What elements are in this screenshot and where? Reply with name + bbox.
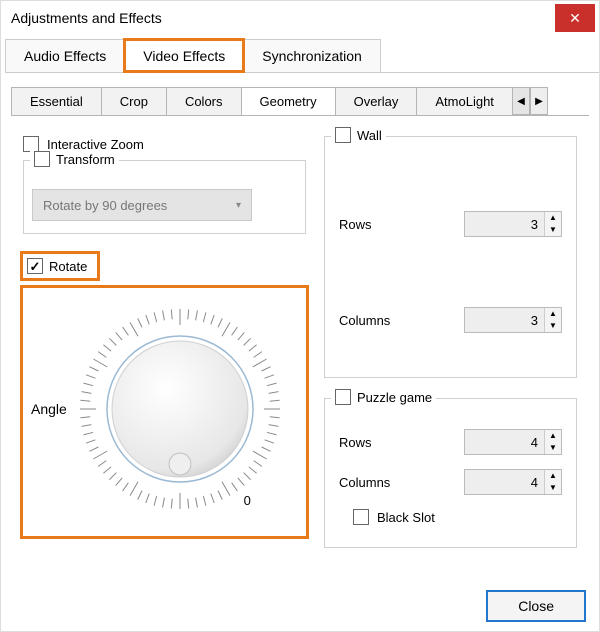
chevron-right-icon: ▶ <box>535 96 543 107</box>
transform-dropdown-value: Rotate by 90 degrees <box>43 198 167 213</box>
wall-group: Wall Rows 3 ▲ ▼ Columns <box>324 136 577 378</box>
wall-rows-spinner[interactable]: 3 ▲ ▼ <box>464 211 562 237</box>
transform-group: Transform Rotate by 90 degrees ▾ <box>23 160 306 234</box>
puzzle-group: Puzzle game Rows 4 ▲ ▼ Columns 4 <box>324 398 577 548</box>
puzzle-rows-value: 4 <box>465 435 544 450</box>
wall-cols-spinner[interactable]: 3 ▲ ▼ <box>464 307 562 333</box>
angle-zero-label: 0 <box>244 493 251 508</box>
subtab-scroll-right[interactable]: ▶ <box>530 87 548 115</box>
puzzle-rows-label: Rows <box>339 435 372 450</box>
rotate-row: Rotate <box>23 254 97 278</box>
puzzle-label: Puzzle game <box>357 390 432 405</box>
angle-label: Angle <box>31 401 67 417</box>
close-window-button[interactable]: ✕ <box>555 4 595 32</box>
transform-dropdown[interactable]: Rotate by 90 degrees ▾ <box>32 189 252 221</box>
subtab-scroll-left[interactable]: ◀ <box>512 87 530 115</box>
transform-checkbox[interactable] <box>34 151 50 167</box>
spinner-down-icon[interactable]: ▼ <box>545 224 561 236</box>
puzzle-checkbox[interactable] <box>335 389 351 405</box>
close-button[interactable]: Close <box>486 590 586 622</box>
puzzle-cols-spinner[interactable]: 4 ▲ ▼ <box>464 469 562 495</box>
interactive-zoom-row: Interactive Zoom <box>23 136 306 152</box>
window-title: Adjustments and Effects <box>11 10 162 26</box>
tab-audio-effects[interactable]: Audio Effects <box>5 39 125 72</box>
tab-video-effects[interactable]: Video Effects <box>124 39 244 72</box>
spinner-down-icon[interactable]: ▼ <box>545 482 561 494</box>
wall-cols-label: Columns <box>339 313 390 328</box>
wall-label: Wall <box>357 128 382 143</box>
black-slot-checkbox[interactable] <box>353 509 369 525</box>
spinner-up-icon[interactable]: ▲ <box>545 308 561 320</box>
subtab-colors[interactable]: Colors <box>166 87 242 115</box>
spinner-up-icon[interactable]: ▲ <box>545 212 561 224</box>
black-slot-label: Black Slot <box>377 510 435 525</box>
spinner-down-icon[interactable]: ▼ <box>545 442 561 454</box>
subtab-overlay[interactable]: Overlay <box>335 87 418 115</box>
spinner-up-icon[interactable]: ▲ <box>545 470 561 482</box>
sub-tabs-bar: Essential Crop Colors Geometry Overlay A… <box>11 87 589 116</box>
transform-label: Transform <box>56 152 115 167</box>
spinner-up-icon[interactable]: ▲ <box>545 430 561 442</box>
puzzle-cols-value: 4 <box>465 475 544 490</box>
spinner-down-icon[interactable]: ▼ <box>545 320 561 332</box>
interactive-zoom-label: Interactive Zoom <box>47 137 144 152</box>
close-icon: ✕ <box>569 10 581 27</box>
subtab-geometry[interactable]: Geometry <box>241 87 336 115</box>
chevron-down-icon: ▾ <box>236 200 241 211</box>
subtab-atmolight[interactable]: AtmoLight <box>416 87 513 115</box>
subtab-essential[interactable]: Essential <box>11 87 102 115</box>
tab-synchronization[interactable]: Synchronization <box>243 39 381 72</box>
angle-dial-group: Angle <box>23 288 306 536</box>
puzzle-cols-label: Columns <box>339 475 390 490</box>
wall-cols-value: 3 <box>465 313 544 328</box>
interactive-zoom-checkbox[interactable] <box>23 136 39 152</box>
chevron-left-icon: ◀ <box>517 96 525 107</box>
main-tabs-bar: Audio Effects Video Effects Synchronizat… <box>5 39 599 73</box>
wall-rows-value: 3 <box>465 217 544 232</box>
angle-dial[interactable]: 0 <box>75 304 285 514</box>
rotate-checkbox[interactable] <box>27 258 43 274</box>
subtab-crop[interactable]: Crop <box>101 87 167 115</box>
puzzle-rows-spinner[interactable]: 4 ▲ ▼ <box>464 429 562 455</box>
wall-checkbox[interactable] <box>335 127 351 143</box>
rotate-label: Rotate <box>49 259 87 274</box>
wall-rows-label: Rows <box>339 217 372 232</box>
titlebar: Adjustments and Effects ✕ <box>1 1 599 35</box>
